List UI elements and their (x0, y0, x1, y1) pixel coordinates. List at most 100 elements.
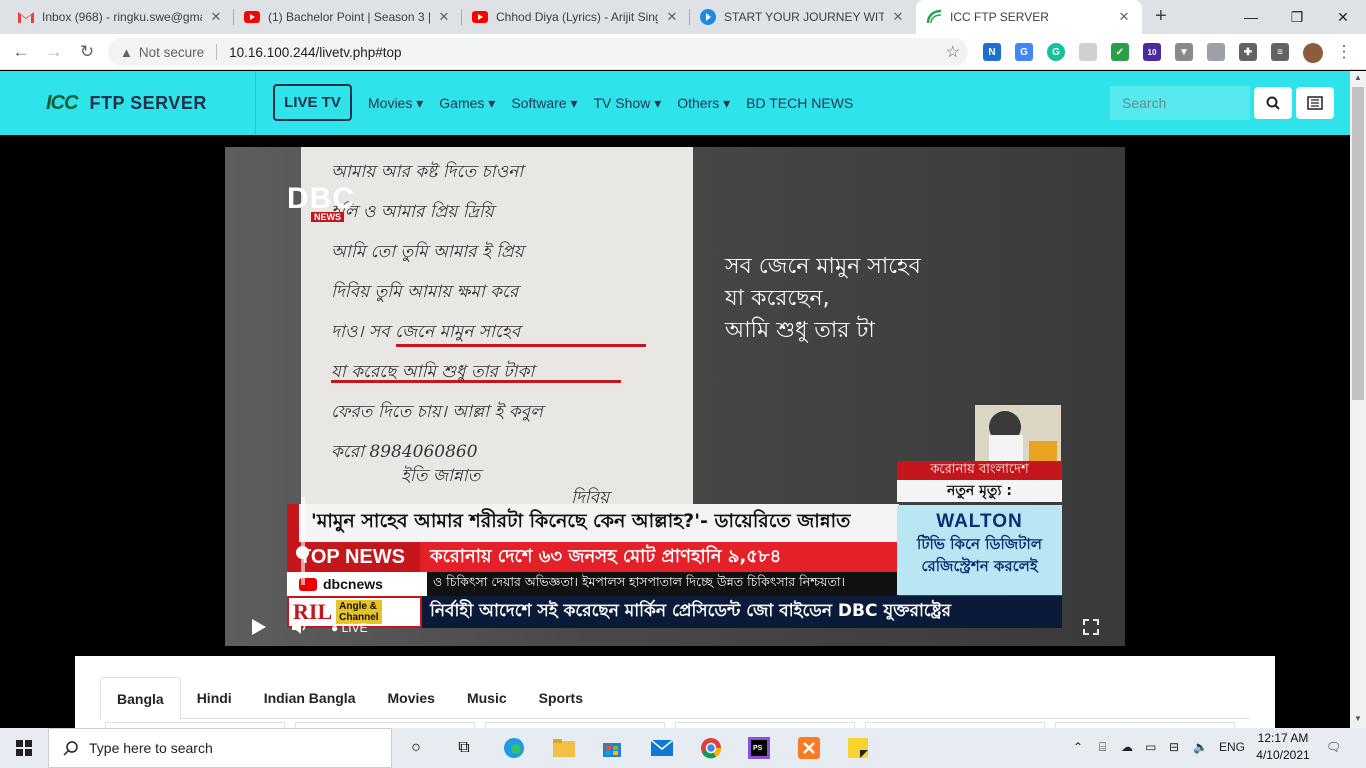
app-icon (700, 9, 716, 25)
fullscreen-button[interactable] (1083, 619, 1099, 640)
tab-title: START YOUR JOURNEY WITH U (724, 10, 884, 24)
task-view-icon[interactable]: ⧉ (452, 736, 476, 760)
mail-icon[interactable] (650, 736, 674, 760)
tab-title: ICC FTP SERVER (950, 10, 1049, 24)
close-icon[interactable]: ✕ (890, 9, 906, 25)
extension-icon[interactable] (1079, 43, 1097, 61)
volume-button[interactable] (291, 619, 309, 640)
play-icon (252, 619, 266, 635)
live-video-player[interactable]: আমায় আর কষ্ট দিতে চাওনা হলি ও আমার প্রি… (225, 147, 1125, 646)
browser-toolbar: ← → ↻ ▲ Not secure 10.16.100.244/livetv.… (0, 34, 1366, 70)
search-button[interactable] (1254, 87, 1292, 119)
restore-button[interactable]: ❐ (1274, 0, 1320, 34)
youtube-icon (244, 9, 260, 25)
browser-tab[interactable]: START YOUR JOURNEY WITH U ✕ (690, 0, 916, 34)
translate-icon[interactable]: G (1015, 43, 1033, 61)
menu-item-movies[interactable]: Movies ▾ (368, 95, 423, 112)
category-tabs: Bangla Hindi Indian Bangla Movies Music … (100, 677, 1250, 720)
meet-now-icon[interactable]: ⌸ (1099, 740, 1106, 755)
menu-item-others[interactable]: Others ▾ (677, 95, 730, 112)
news-toggle-button[interactable] (1296, 87, 1334, 119)
edge-icon[interactable] (502, 736, 526, 760)
input-language[interactable]: ENG (1219, 740, 1245, 754)
menu-item-software[interactable]: Software ▾ (511, 95, 577, 112)
address-bar[interactable]: ▲ Not secure 10.16.100.244/livetv.php#to… (108, 38, 968, 66)
menu-item-tv-show[interactable]: TV Show ▾ (594, 95, 662, 112)
youtube-icon (472, 9, 488, 25)
tab-sports[interactable]: Sports (523, 677, 599, 719)
menu-item-games[interactable]: Games ▾ (439, 95, 495, 112)
volume-track[interactable] (301, 497, 305, 585)
store-icon[interactable] (600, 736, 624, 760)
close-icon[interactable]: ✕ (1116, 9, 1132, 25)
extension-badge-icon[interactable]: 10 (1143, 43, 1161, 61)
grammarly-icon[interactable]: G (1047, 43, 1065, 61)
screenshot-icon[interactable] (1207, 43, 1225, 61)
live-tv-button[interactable]: LIVE TV (273, 84, 352, 121)
forward-icon[interactable]: → (43, 41, 65, 63)
speaker-icon (292, 620, 306, 634)
extension-n-icon[interactable]: N (983, 43, 1001, 61)
extension-check-icon[interactable]: ✓ (1111, 43, 1129, 61)
puzzle-icon[interactable]: ✚ (1239, 43, 1257, 61)
chrome-icon[interactable] (699, 736, 723, 760)
newspaper-icon (1307, 96, 1323, 110)
menu-dots-icon[interactable]: ⋮ (1333, 41, 1355, 63)
side-info-panel: করোনায় বাংলাদেশ নতুন মৃত্যু : WALTON টি… (897, 461, 1062, 595)
page-scrollbar[interactable]: ▲ ▼ (1350, 71, 1366, 728)
browser-tab[interactable]: Inbox (968) - ringku.swe@gma ✕ (8, 0, 234, 34)
media-control-icon[interactable]: ≡ (1271, 43, 1289, 61)
url-text[interactable]: 10.16.100.244/livetv.php#top (229, 45, 401, 60)
tab-bangla[interactable]: Bangla (100, 677, 181, 720)
reload-icon[interactable]: ↻ (76, 41, 98, 63)
scroll-thumb[interactable] (1352, 87, 1364, 400)
tab-indian-bangla[interactable]: Indian Bangla (248, 677, 372, 719)
extension-badge-count: 10 (1147, 47, 1157, 57)
start-button[interactable] (12, 736, 36, 760)
warning-icon: ▲ (120, 44, 133, 60)
phpstorm-icon[interactable]: PS (747, 736, 771, 760)
close-icon[interactable]: ✕ (208, 9, 224, 25)
site-logo[interactable]: ICC FTP SERVER (0, 71, 256, 135)
bookmark-star-icon[interactable]: ☆ (946, 42, 960, 62)
xampp-icon[interactable] (797, 736, 821, 760)
system-clock[interactable]: 12:17 AM 4/10/2021 (1253, 730, 1313, 764)
logo-mark: ICC (46, 91, 78, 114)
vpn-icon[interactable]: ▼ (1175, 43, 1193, 61)
tab-hindi[interactable]: Hindi (181, 677, 248, 719)
battery-icon[interactable]: ▭ (1145, 740, 1156, 754)
taskbar-search[interactable]: Type here to search (48, 728, 392, 768)
back-icon[interactable]: ← (10, 41, 32, 63)
tab-title: Chhod Diya (Lyrics) - Arijit Sing (496, 10, 658, 24)
menu-item-bd-tech-news[interactable]: BD TECH NEWS (746, 95, 853, 111)
notification-icon[interactable]: 🗨 (1326, 740, 1341, 754)
new-tab-button[interactable]: + (1155, 5, 1167, 28)
network-icon[interactable]: ⊟ (1169, 740, 1179, 754)
chevron-up-icon[interactable]: ⌃ (1073, 740, 1083, 754)
minimize-button[interactable]: — (1228, 0, 1274, 34)
browser-tab-active[interactable]: ICC FTP SERVER ✕ (916, 0, 1142, 34)
volume-knob[interactable] (296, 546, 309, 559)
channel-logo-sub: NEWS (311, 212, 344, 222)
cortana-icon[interactable]: ○ (404, 736, 428, 760)
profile-avatar[interactable] (1303, 43, 1323, 63)
site-header: ICC FTP SERVER LIVE TV Movies ▾ Games ▾ … (0, 71, 1350, 135)
fullscreen-icon (1083, 619, 1099, 635)
walton-ad: WALTON টিভি কিনে ডিজিটাল রেজিস্ট্রেশন কর… (897, 505, 1062, 595)
tab-title: (1) Bachelor Point | Season 3 | (268, 10, 430, 24)
close-icon[interactable]: ✕ (436, 9, 452, 25)
tab-movies[interactable]: Movies (371, 677, 450, 719)
play-button[interactable] (251, 618, 267, 641)
search-input[interactable] (1110, 86, 1250, 120)
onedrive-icon[interactable]: ☁ (1121, 740, 1133, 754)
main-ticker: করোনায় দেশে ৬৩ জনসহ মোট প্রাণহানি ৯,৫৮৪ (420, 542, 899, 572)
sub-ticker: ও চিকিৎসা দেয়ার অভিজ্ঞতা। ইমপালস হাসপাত… (427, 572, 899, 596)
browser-tab[interactable]: Chhod Diya (Lyrics) - Arijit Sing ✕ (462, 0, 690, 34)
close-icon[interactable]: ✕ (664, 9, 680, 25)
sticky-notes-icon[interactable] (846, 736, 870, 760)
volume-icon[interactable]: 🔈 (1193, 740, 1208, 754)
tab-music[interactable]: Music (451, 677, 523, 719)
close-window-button[interactable]: ✕ (1320, 0, 1366, 34)
file-explorer-icon[interactable] (552, 736, 576, 760)
browser-tab[interactable]: (1) Bachelor Point | Season 3 | ✕ (234, 0, 462, 34)
